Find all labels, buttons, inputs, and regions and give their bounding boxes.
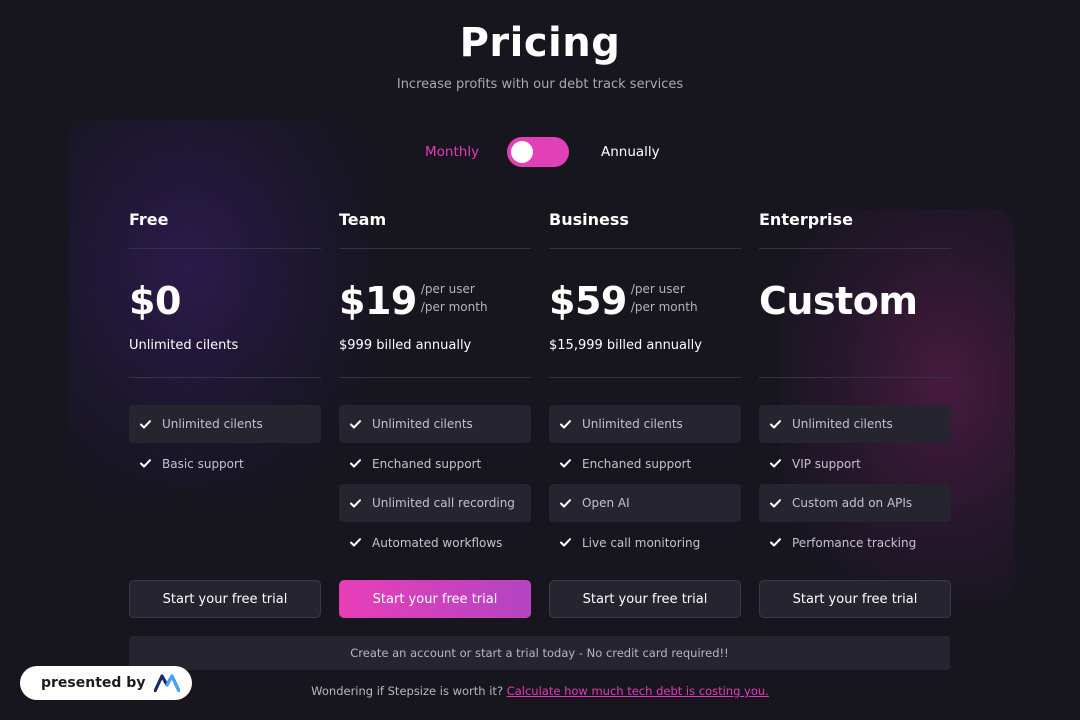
price-unit: /per user /per month	[631, 280, 698, 316]
plan-price: $19	[339, 279, 417, 323]
feature-label: Unlimited cilents	[582, 417, 683, 431]
divider	[339, 377, 531, 378]
plan-name: Team	[339, 210, 387, 229]
plan-price: $0	[129, 279, 181, 323]
feature-label: Enchaned support	[582, 456, 692, 471]
divider	[549, 248, 741, 249]
price-unit: /per user /per month	[421, 280, 488, 316]
feature-item: Automated workflows	[339, 524, 531, 562]
presented-by-badge[interactable]: presented by	[20, 666, 192, 700]
plan-billing-note: $15,999 billed annually	[549, 338, 702, 353]
feature-label: Enchaned support	[372, 456, 482, 471]
plan-billing-note: Unlimited cilents	[129, 338, 239, 353]
start-trial-button-team[interactable]: Start your free trial	[339, 580, 531, 618]
check-icon	[770, 498, 782, 508]
feature-item: Open AI	[549, 484, 741, 522]
plan-card-team: Team $19 /per user /per month $999 bille…	[339, 208, 531, 618]
billing-toggle-group: Monthly Annually	[0, 137, 1080, 167]
feature-item: Enchaned support	[549, 445, 741, 483]
plan-card-free: Free $0 Unlimited cilents Unlimited cile…	[129, 208, 321, 618]
plan-billing-note: $999 billed annually	[339, 338, 472, 353]
plan-name: Business	[549, 210, 629, 229]
start-trial-button-business[interactable]: Start your free trial	[549, 580, 741, 618]
feature-item: Custom add on APIs	[759, 484, 951, 522]
feature-label: VIP support	[792, 456, 861, 471]
plan-price: Custom	[759, 279, 918, 323]
feature-label: Perfomance tracking	[792, 535, 917, 550]
plan-card-business: Business $59 /per user /per month $15,99…	[549, 208, 741, 618]
feature-item: Unlimited cilents	[759, 405, 951, 443]
price-row: Custom	[759, 278, 918, 324]
feature-item: Unlimited call recording	[339, 484, 531, 522]
page-title: Pricing	[459, 20, 621, 66]
check-icon	[350, 419, 362, 429]
price-row: $0	[129, 278, 181, 324]
divider	[549, 377, 741, 378]
check-icon	[560, 498, 572, 508]
check-icon	[350, 459, 362, 468]
plan-name: Enterprise	[759, 210, 853, 229]
divider	[129, 248, 321, 249]
feature-label: Unlimited cilents	[372, 417, 473, 431]
page-subtitle: Increase profits with our debt track ser…	[396, 77, 684, 92]
feature-label: Automated workflows	[372, 535, 503, 550]
monthly-label[interactable]: Monthly	[425, 144, 479, 160]
check-icon	[560, 419, 572, 429]
feature-item: Unlimited cilents	[129, 405, 321, 443]
feature-list: Unlimited cilents Enchaned support Unlim…	[339, 405, 531, 563]
price-unit-user: /per user	[420, 282, 475, 296]
price-unit-month: /per month	[630, 300, 698, 314]
check-icon	[560, 538, 572, 547]
feature-label: Unlimited cilents	[162, 417, 263, 431]
check-icon	[350, 538, 362, 547]
no-credit-card-banner: Create an account or start a trial today…	[129, 636, 950, 670]
check-icon	[770, 419, 782, 429]
toggle-knob	[511, 141, 533, 163]
check-icon	[770, 459, 782, 468]
price-unit-month: /per month	[420, 300, 488, 314]
feature-label: Unlimited cilents	[792, 417, 893, 431]
feature-label: Basic support	[162, 456, 244, 471]
feature-item: Unlimited cilents	[339, 405, 531, 443]
feature-list: Unlimited cilents Enchaned support Open …	[549, 405, 741, 563]
feature-label: Unlimited call recording	[372, 496, 515, 510]
check-icon	[770, 538, 782, 547]
feature-item: Perfomance tracking	[759, 524, 951, 562]
feature-item: Basic support	[129, 445, 321, 483]
feature-label: Custom add on APIs	[792, 496, 913, 510]
feature-item: Enchaned support	[339, 445, 531, 483]
plan-name: Free	[129, 210, 169, 229]
divider	[759, 248, 951, 249]
footnote-text: Wondering if Stepsize is worth it?	[311, 684, 504, 698]
price-row: $59 /per user /per month	[549, 278, 698, 324]
feature-list: Unlimited cilents Basic support	[129, 405, 321, 484]
start-trial-button-free[interactable]: Start your free trial	[129, 580, 321, 618]
feature-list: Unlimited cilents VIP support Custom add…	[759, 405, 951, 563]
annually-label[interactable]: Annually	[601, 144, 660, 160]
feature-item: VIP support	[759, 445, 951, 483]
feature-item: Live call monitoring	[549, 524, 741, 562]
divider	[339, 248, 531, 249]
tech-debt-calculator-link[interactable]: Calculate how much tech debt is costing …	[507, 684, 769, 698]
feature-label: Live call monitoring	[582, 535, 701, 550]
start-trial-button-enterprise[interactable]: Start your free trial	[759, 580, 951, 618]
check-icon	[140, 459, 152, 468]
billing-toggle[interactable]	[507, 137, 569, 167]
check-icon	[560, 459, 572, 468]
divider	[129, 377, 321, 378]
check-icon	[350, 498, 362, 508]
feature-label: Open AI	[582, 496, 630, 510]
m-logo-icon	[154, 674, 181, 692]
plan-price: $59	[549, 279, 627, 323]
divider	[759, 377, 951, 378]
feature-item: Unlimited cilents	[549, 405, 741, 443]
price-unit-user: /per user	[630, 282, 685, 296]
plan-card-enterprise: Enterprise Custom Unlimited cilents VIP …	[759, 208, 951, 618]
check-icon	[140, 419, 152, 429]
price-row: $19 /per user /per month	[339, 278, 488, 324]
presented-by-label: presented by	[41, 675, 146, 691]
